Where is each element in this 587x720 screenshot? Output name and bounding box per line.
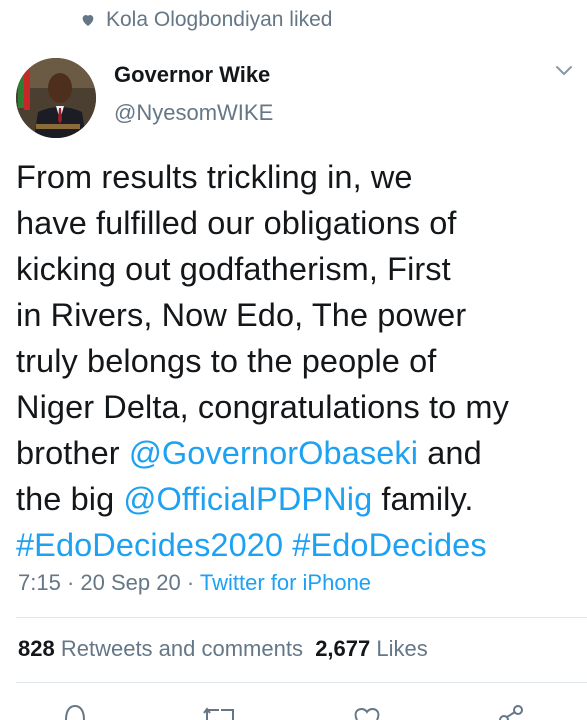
tweet-line: From results trickling in, we	[16, 159, 413, 195]
tweet-line: brother @GovernorObaseki and	[16, 430, 576, 476]
reply-icon[interactable]	[60, 700, 90, 720]
tweet-line: the big @OfficialPDPNig family.	[16, 476, 576, 522]
retweets-label: Retweets and comments	[60, 636, 303, 661]
chevron-down-icon[interactable]	[554, 64, 574, 78]
tweet-date: 20 Sep 20	[80, 570, 181, 595]
tweet-stats: 828 Retweets and comments 2,677 Likes	[18, 636, 428, 662]
tweet-text-fragment: brother	[16, 435, 129, 471]
avatar[interactable]	[16, 58, 96, 138]
tweet-text: From results trickling in, we have fulfi…	[16, 154, 576, 568]
retweets-stat[interactable]: 828 Retweets and comments	[18, 636, 303, 661]
share-icon[interactable]	[496, 700, 526, 720]
tweet-line: in Rivers, Now Edo, The power	[16, 297, 467, 333]
mention-link[interactable]: @OfficialPDPNig	[123, 481, 372, 517]
meta-separator: ·	[60, 570, 81, 595]
tweet-line: have fulfilled our obligations of	[16, 205, 457, 241]
author-handle[interactable]: @NyesomWIKE	[114, 100, 273, 126]
author-name[interactable]: Governor Wike	[114, 62, 270, 88]
retweet-icon[interactable]	[203, 700, 237, 720]
hashtag-link[interactable]: #EdoDecides	[292, 527, 486, 563]
tweet-line: Niger Delta, congratulations to my	[16, 389, 509, 425]
social-context-text: Kola Ologbondiyan liked	[106, 8, 333, 31]
heart-icon	[82, 15, 94, 26]
tweet-text-fragment: and	[418, 435, 482, 471]
hashtag-link[interactable]: #EdoDecides2020	[16, 527, 283, 563]
retweets-count: 828	[18, 636, 55, 661]
avatar-image	[16, 58, 96, 138]
tweet-text-fragment: family.	[372, 481, 474, 517]
mention-link[interactable]: @GovernorObaseki	[129, 435, 418, 471]
social-context[interactable]: Kola Ologbondiyan liked	[80, 8, 333, 32]
tweet-line: truly belongs to the people of	[16, 343, 437, 379]
like-icon[interactable]	[352, 700, 382, 720]
tweet-source-link[interactable]: Twitter for iPhone	[200, 570, 371, 595]
likes-count: 2,677	[315, 636, 371, 661]
likes-stat[interactable]: 2,677 Likes	[315, 636, 428, 661]
meta-separator: ·	[180, 570, 200, 595]
action-bar	[0, 700, 587, 720]
tweet-text-fragment: the big	[16, 481, 124, 517]
tweet-line: #EdoDecides2020 #EdoDecides	[16, 522, 576, 568]
tweet-meta: 7:15 · 20 Sep 20 · Twitter for iPhone	[18, 570, 371, 596]
divider	[16, 617, 587, 618]
divider	[16, 682, 587, 683]
tweet-time: 7:15	[18, 570, 61, 595]
likes-label: Likes	[376, 636, 428, 661]
tweet-line: kicking out godfatherism, First	[16, 251, 451, 287]
